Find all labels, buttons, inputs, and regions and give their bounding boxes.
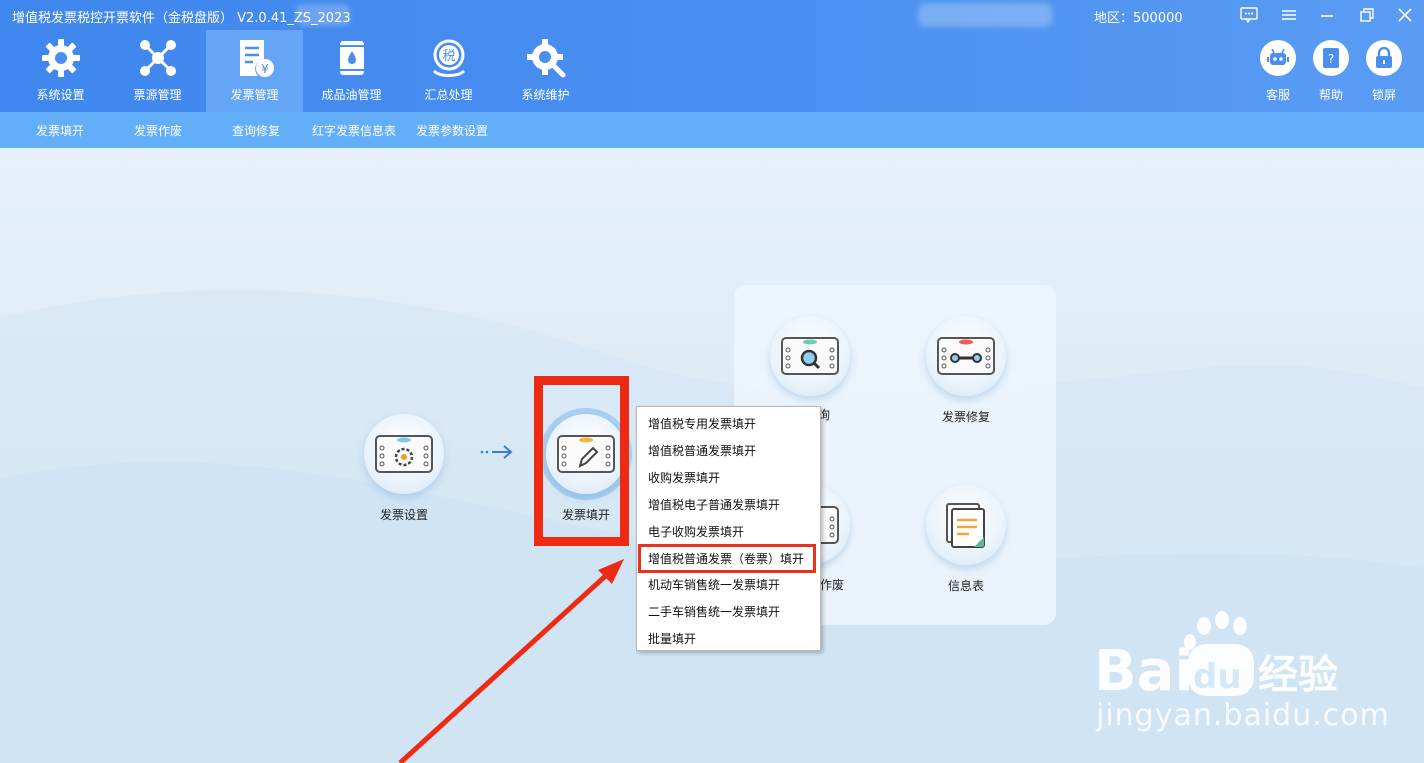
lock-screen-button[interactable]: 锁屏 xyxy=(1366,40,1402,103)
module-label: 汇总处理 xyxy=(424,88,473,102)
tool-label: 客服 xyxy=(1265,88,1290,102)
module-ticket-source[interactable]: 票源管理 xyxy=(109,30,206,112)
svg-text:经验: 经验 xyxy=(1258,652,1338,698)
svg-text:du: du xyxy=(1193,657,1242,697)
invoice-icon: ¥ xyxy=(233,36,277,80)
region-code: 地区：500000 xyxy=(1094,11,1183,26)
tool-label: 锁屏 xyxy=(1371,88,1396,102)
subnav-invoice-void[interactable]: 发票作废 xyxy=(134,122,182,139)
blurred-region-2 xyxy=(918,3,1052,27)
svg-text:¥: ¥ xyxy=(261,62,269,76)
title-bar: 增值税发票税控开票软件（金税盘版） V2.0.41_ZS_2023 地区：500… xyxy=(0,0,1424,30)
maintenance-icon xyxy=(524,36,568,80)
tax-summary-icon: 税 xyxy=(427,36,471,80)
module-label: 发票管理 xyxy=(230,88,279,102)
subnav-query-repair[interactable]: 查询修复 xyxy=(232,122,280,139)
blurred-region xyxy=(296,4,350,26)
svg-text:Bai: Bai xyxy=(1094,639,1194,698)
module-system-settings[interactable]: 系统设置 xyxy=(12,30,109,112)
gear-icon xyxy=(39,36,83,80)
customer-service-button[interactable]: 客服 xyxy=(1260,40,1296,103)
robot-icon xyxy=(1260,40,1296,76)
baidu-watermark: Bai du 经验 xyxy=(1094,611,1338,698)
main-area: 发票设置 发票填开 询 发票修复 作废 信息表 增值税专用发票填开 增值税普通发… xyxy=(0,148,1424,763)
subnav-invoice-fill[interactable]: 发票填开 xyxy=(36,122,84,139)
network-icon xyxy=(136,36,180,80)
module-bar: 系统设置 票源管理 ¥ 发票管理 成品油管理 税 汇总处理 系统维护 xyxy=(12,30,594,112)
module-label: 票源管理 xyxy=(133,88,182,102)
module-label: 系统维护 xyxy=(521,88,570,102)
module-label: 成品油管理 xyxy=(321,88,382,102)
watermark-url: jingyan.baidu.com xyxy=(1096,698,1390,733)
tool-label: 帮助 xyxy=(1318,88,1343,102)
menu-icon[interactable] xyxy=(1276,3,1302,27)
subnav-invoice-params[interactable]: 发票参数设置 xyxy=(416,122,488,139)
app-header: 增值税发票税控开票软件（金税盘版） V2.0.41_ZS_2023 地区：500… xyxy=(0,0,1424,112)
sub-navigation: 发票填开 发票作废 查询修复 红字发票信息表 发票参数设置 xyxy=(0,112,1424,148)
svg-text:税: 税 xyxy=(442,49,455,64)
module-maintenance[interactable]: 系统维护 xyxy=(497,30,594,112)
help-button[interactable]: ? 帮助 xyxy=(1313,40,1349,103)
lock-icon xyxy=(1366,40,1402,76)
subnav-red-invoice-info[interactable]: 红字发票信息表 xyxy=(312,122,396,139)
right-tools: 客服 ? 帮助 锁屏 xyxy=(1260,40,1402,103)
oil-barrel-icon xyxy=(330,36,374,80)
minimize-icon[interactable] xyxy=(1314,3,1340,27)
module-invoice-management[interactable]: ¥ 发票管理 xyxy=(206,30,303,112)
restore-icon[interactable] xyxy=(1354,3,1380,27)
module-oil-management[interactable]: 成品油管理 xyxy=(303,30,400,112)
module-label: 系统设置 xyxy=(36,88,85,102)
help-book-icon: ? xyxy=(1313,40,1349,76)
svg-text:?: ? xyxy=(1328,52,1334,66)
close-icon[interactable] xyxy=(1392,3,1418,27)
module-summary[interactable]: 税 汇总处理 xyxy=(400,30,497,112)
chat-icon[interactable] xyxy=(1236,3,1262,27)
